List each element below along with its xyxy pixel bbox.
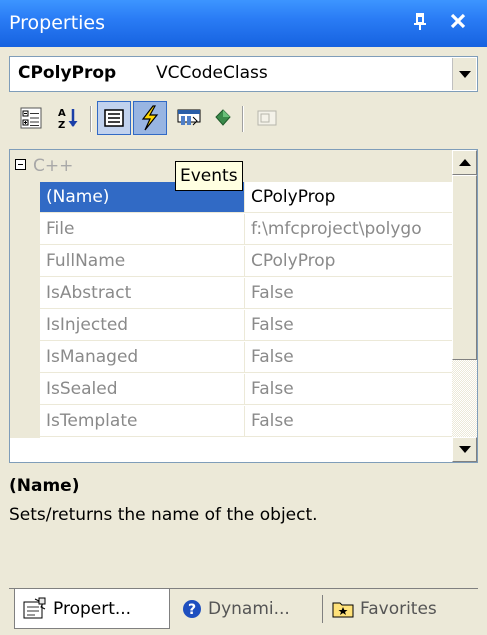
tab-dynamic-help[interactable]: ? Dynami...	[176, 589, 318, 629]
description-title: (Name)	[9, 476, 80, 496]
property-value: CPolyProp	[245, 246, 452, 277]
properties-icon	[104, 109, 124, 127]
svg-text:Z: Z	[58, 120, 65, 130]
property-value: False	[245, 278, 452, 309]
tab-label: Dynami...	[208, 599, 290, 619]
tab-label: Favorites	[360, 599, 437, 619]
toolbar-separator	[242, 106, 244, 132]
property-pages-button[interactable]	[250, 101, 284, 135]
property-value: False	[245, 310, 452, 341]
object-type: VCCodeClass	[156, 63, 268, 83]
row-gutter	[10, 182, 40, 214]
property-name: IsManaged	[40, 342, 245, 373]
row-gutter	[10, 374, 40, 406]
events-icon	[141, 105, 159, 131]
property-rows: (Name) CPolyProp File f:\mfcproject\poly…	[10, 182, 452, 438]
window-title: Properties	[9, 12, 106, 34]
property-value: False	[245, 342, 452, 373]
property-value: f:\mfcproject\polygo	[245, 214, 452, 245]
alphabetical-icon: A Z	[58, 108, 78, 130]
property-name: IsSealed	[40, 374, 245, 405]
property-value: False	[245, 406, 452, 437]
favorites-icon	[332, 599, 354, 619]
row-gutter	[10, 278, 40, 310]
vertical-scrollbar[interactable]	[452, 150, 477, 462]
row-gutter	[10, 246, 40, 278]
scroll-up-icon[interactable]	[452, 150, 477, 175]
object-selector-combobox[interactable]: CPolyProp VCCodeClass	[9, 56, 478, 92]
tab-favorites[interactable]: Favorites	[326, 589, 474, 629]
scroll-down-icon[interactable]	[452, 437, 477, 462]
property-row-isinjected[interactable]: IsInjected False	[10, 310, 452, 342]
events-button[interactable]	[133, 101, 167, 135]
property-row-fullname[interactable]: FullName CPolyProp	[10, 246, 452, 278]
property-row-issealed[interactable]: IsSealed False	[10, 374, 452, 406]
row-gutter	[10, 342, 40, 374]
scroll-thumb[interactable]	[452, 175, 477, 360]
property-value: False	[245, 374, 452, 405]
categorized-icon	[20, 107, 42, 129]
categorized-button[interactable]	[14, 101, 48, 135]
overrides-button[interactable]	[206, 101, 240, 135]
messages-icon	[177, 109, 201, 126]
property-name: IsTemplate	[40, 406, 245, 437]
property-name: File	[40, 214, 245, 245]
window-titlebar: Properties	[0, 0, 487, 47]
description-text: Sets/returns the name of the object.	[9, 505, 318, 525]
property-row-file[interactable]: File f:\mfcproject\polygo	[10, 214, 452, 246]
property-name: FullName	[40, 246, 245, 277]
description-pane: (Name) Sets/returns the name of the obje…	[9, 470, 478, 580]
row-gutter	[10, 310, 40, 342]
property-sheet-icon	[21, 597, 47, 621]
tab-properties[interactable]: Propert...	[14, 589, 170, 629]
property-row-isabstract[interactable]: IsAbstract False	[10, 278, 452, 310]
property-row-ismanaged[interactable]: IsManaged False	[10, 342, 452, 374]
properties-button[interactable]	[97, 101, 131, 135]
property-name: IsInjected	[40, 310, 245, 341]
tab-label: Propert...	[53, 598, 132, 619]
overrides-icon	[215, 109, 231, 126]
svg-text:?: ?	[188, 602, 196, 618]
messages-button[interactable]	[172, 101, 206, 135]
properties-toolbar: A Z	[0, 96, 487, 142]
toolbar-separator	[90, 106, 92, 132]
chevron-down-icon[interactable]	[452, 58, 476, 90]
pin-icon[interactable]	[413, 12, 427, 35]
row-gutter	[10, 406, 40, 438]
property-row-istemplate[interactable]: IsTemplate False	[10, 406, 452, 438]
events-tooltip: Events	[175, 161, 243, 191]
object-name: CPolyProp	[18, 63, 117, 83]
category-label: C++	[33, 156, 74, 176]
property-name: IsAbstract	[40, 278, 245, 309]
svg-text:A: A	[58, 108, 66, 119]
property-value-input[interactable]: CPolyProp	[245, 182, 452, 213]
tab-separator	[322, 595, 323, 623]
collapse-icon[interactable]	[15, 159, 26, 170]
bottom-tab-strip: Propert... ? Dynami... Favorites	[0, 585, 487, 635]
close-icon[interactable]	[449, 8, 467, 36]
row-gutter	[10, 214, 40, 246]
property-pages-icon	[257, 110, 277, 126]
help-icon: ?	[182, 599, 202, 619]
alphabetical-button[interactable]: A Z	[51, 101, 85, 135]
property-grid: C++ (Name) CPolyProp File f:\mfcproject\…	[9, 149, 478, 463]
